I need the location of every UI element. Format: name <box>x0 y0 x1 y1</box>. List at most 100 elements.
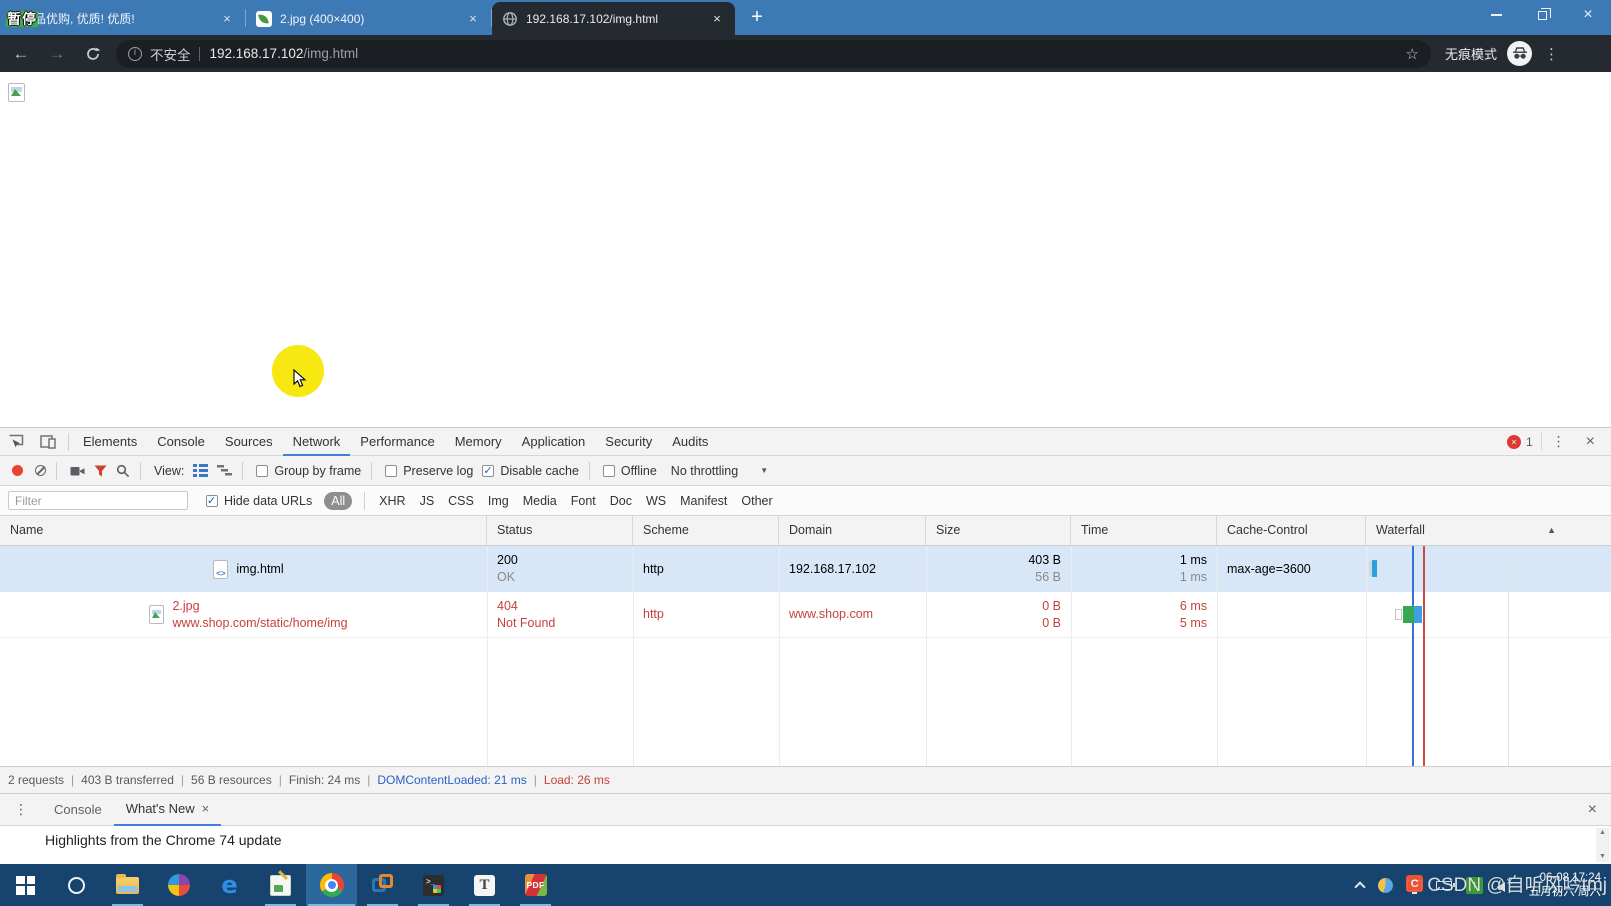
filter-type-other[interactable]: Other <box>741 494 772 508</box>
offline-checkbox[interactable]: Offline <box>603 464 657 478</box>
column-divider[interactable] <box>1217 546 1218 766</box>
filter-type-media[interactable]: Media <box>523 494 557 508</box>
use-request-rows-button[interactable] <box>193 464 208 477</box>
preserve-log-checkbox[interactable]: Preserve log <box>385 464 473 478</box>
devtools-tab-audits[interactable]: Audits <box>662 428 718 456</box>
power-tray-button[interactable] <box>1436 881 1452 890</box>
media-app-button[interactable] <box>153 864 204 906</box>
drawer-close-icon[interactable] <box>1574 801 1611 819</box>
terminal-app-button[interactable] <box>408 864 459 906</box>
show-overview-button[interactable] <box>217 464 232 477</box>
page-info-icon[interactable] <box>128 47 142 61</box>
capture-screenshots-button[interactable] <box>70 465 85 477</box>
record-network-log-button[interactable] <box>12 465 23 476</box>
column-header-name[interactable]: Name <box>0 516 487 545</box>
vmware-button[interactable] <box>357 864 408 906</box>
minimize-button[interactable] <box>1473 0 1519 30</box>
back-button ic-back[interactable] <box>6 39 36 69</box>
tray-expand-button[interactable] <box>1356 879 1364 891</box>
new-tab-button[interactable] <box>743 4 771 32</box>
start-button[interactable] <box>0 864 51 906</box>
column-divider[interactable] <box>633 546 634 766</box>
filter-type-js[interactable]: JS <box>420 494 435 508</box>
column-header-cache-control[interactable]: Cache-Control <box>1217 516 1366 545</box>
devtools-menu-icon[interactable] <box>1541 433 1576 450</box>
filter-type-css[interactable]: CSS <box>448 494 474 508</box>
devtools-tab-elements[interactable]: Elements <box>73 428 147 456</box>
display-tray-button[interactable] <box>1407 880 1422 891</box>
hide-data-urls-checkbox[interactable]: Hide data URLs <box>206 494 312 508</box>
close-window-button[interactable] <box>1565 0 1611 30</box>
drawer-tab-whats-new[interactable]: What's New <box>114 794 222 826</box>
filter-type-ws[interactable]: WS <box>646 494 666 508</box>
devtools-tab-memory[interactable]: Memory <box>445 428 512 456</box>
tab-close-icon[interactable] <box>465 11 481 27</box>
filter-button[interactable] <box>94 465 107 477</box>
browser-tab-pinyougou[interactable]: 暂停 品优购, 优质! 优质! <box>0 2 245 35</box>
devtools-tab-network[interactable]: Network <box>283 428 351 456</box>
column-header-domain[interactable]: Domain <box>779 516 926 545</box>
file-explorer-button[interactable] <box>102 864 153 906</box>
throttling-dropdown[interactable]: No throttling <box>671 464 768 478</box>
column-divider[interactable] <box>926 546 927 766</box>
device-toolbar-button[interactable] <box>32 429 64 455</box>
devtools-close-icon[interactable] <box>1576 433 1605 451</box>
filter-type-manifest[interactable]: Manifest <box>680 494 727 508</box>
filter-type-xhr[interactable]: XHR <box>379 494 405 508</box>
column-header-time[interactable]: Time <box>1071 516 1217 545</box>
disable-cache-checkbox[interactable]: Disable cache <box>482 464 579 478</box>
scroll-up-icon[interactable]: ▲ <box>1599 828 1606 838</box>
filter-type-font[interactable]: Font <box>571 494 596 508</box>
column-divider[interactable] <box>779 546 780 766</box>
console-error-count[interactable]: 1 <box>1526 435 1533 449</box>
incognito-avatar[interactable] <box>1507 41 1532 66</box>
filter-type-doc[interactable]: Doc <box>610 494 632 508</box>
restore-button[interactable] <box>1519 0 1565 30</box>
address-bar[interactable]: 不安全 192.168.17.102 /img.html <box>116 40 1431 68</box>
column-header-scheme[interactable]: Scheme <box>633 516 779 545</box>
broken-image-icon[interactable] <box>8 83 25 102</box>
group-by-frame-checkbox[interactable]: Group by frame <box>256 464 361 478</box>
close-drawer-tab-icon[interactable] <box>202 793 210 825</box>
devtools-tab-security[interactable]: Security <box>595 428 662 456</box>
edge-button[interactable]: e <box>204 864 255 906</box>
column-divider[interactable] <box>1366 546 1367 766</box>
network-row-2jpg[interactable]: 2.jpg www.shop.com/static/home/img 404 N… <box>0 592 1611 638</box>
drawer-scrollbar[interactable]: ▲▼ <box>1596 828 1609 862</box>
volume-tray-button[interactable] <box>1497 879 1515 891</box>
drawer-menu-icon[interactable] <box>0 801 42 818</box>
reload-button[interactable] <box>78 39 108 69</box>
drawer-tab-console[interactable]: Console <box>42 794 114 826</box>
browser-tab-imghtml-active[interactable]: 192.168.17.102/img.html <box>492 2 735 35</box>
column-header-size[interactable]: Size <box>926 516 1071 545</box>
pdf-app-button[interactable]: PDF <box>510 864 561 906</box>
filter-type-img[interactable]: Img <box>488 494 509 508</box>
browser-menu-icon[interactable] <box>1544 45 1559 63</box>
console-error-icon[interactable] <box>1507 435 1521 449</box>
column-header-waterfall[interactable]: Waterfall <box>1366 516 1611 545</box>
devtools-tab-sources[interactable]: Sources <box>215 428 283 456</box>
scroll-down-icon[interactable]: ▼ <box>1599 852 1606 862</box>
forward-button[interactable] <box>42 39 72 69</box>
bookmark-star-icon[interactable] <box>1406 45 1419 63</box>
devtools-tab-performance[interactable]: Performance <box>350 428 444 456</box>
tab-close-icon[interactable] <box>219 11 235 27</box>
image-editor-button[interactable] <box>255 864 306 906</box>
typora-button[interactable]: T <box>459 864 510 906</box>
search-button[interactable] <box>116 464 130 478</box>
clear-network-log-button[interactable] <box>35 465 46 476</box>
tab-close-icon[interactable] <box>709 11 725 27</box>
taskbar-clock[interactable]: 06-08 17:24 五月初六 周六 <box>1529 871 1601 899</box>
browser-tab-2jpg[interactable]: 2.jpg (400×400) <box>246 2 491 35</box>
messenger-tray-button[interactable] <box>1378 878 1393 893</box>
column-header-status[interactable]: Status <box>487 516 633 545</box>
devtools-tab-console[interactable]: Console <box>147 428 215 456</box>
cortana-button[interactable] <box>51 864 102 906</box>
updater-tray-button[interactable] <box>1466 877 1483 894</box>
column-divider[interactable] <box>1071 546 1072 766</box>
filter-type-all-selected[interactable]: All <box>324 492 352 510</box>
inspect-element-button[interactable] <box>0 429 32 455</box>
devtools-tab-application[interactable]: Application <box>512 428 596 456</box>
column-divider[interactable] <box>487 546 488 766</box>
chrome-button[interactable] <box>306 864 357 906</box>
